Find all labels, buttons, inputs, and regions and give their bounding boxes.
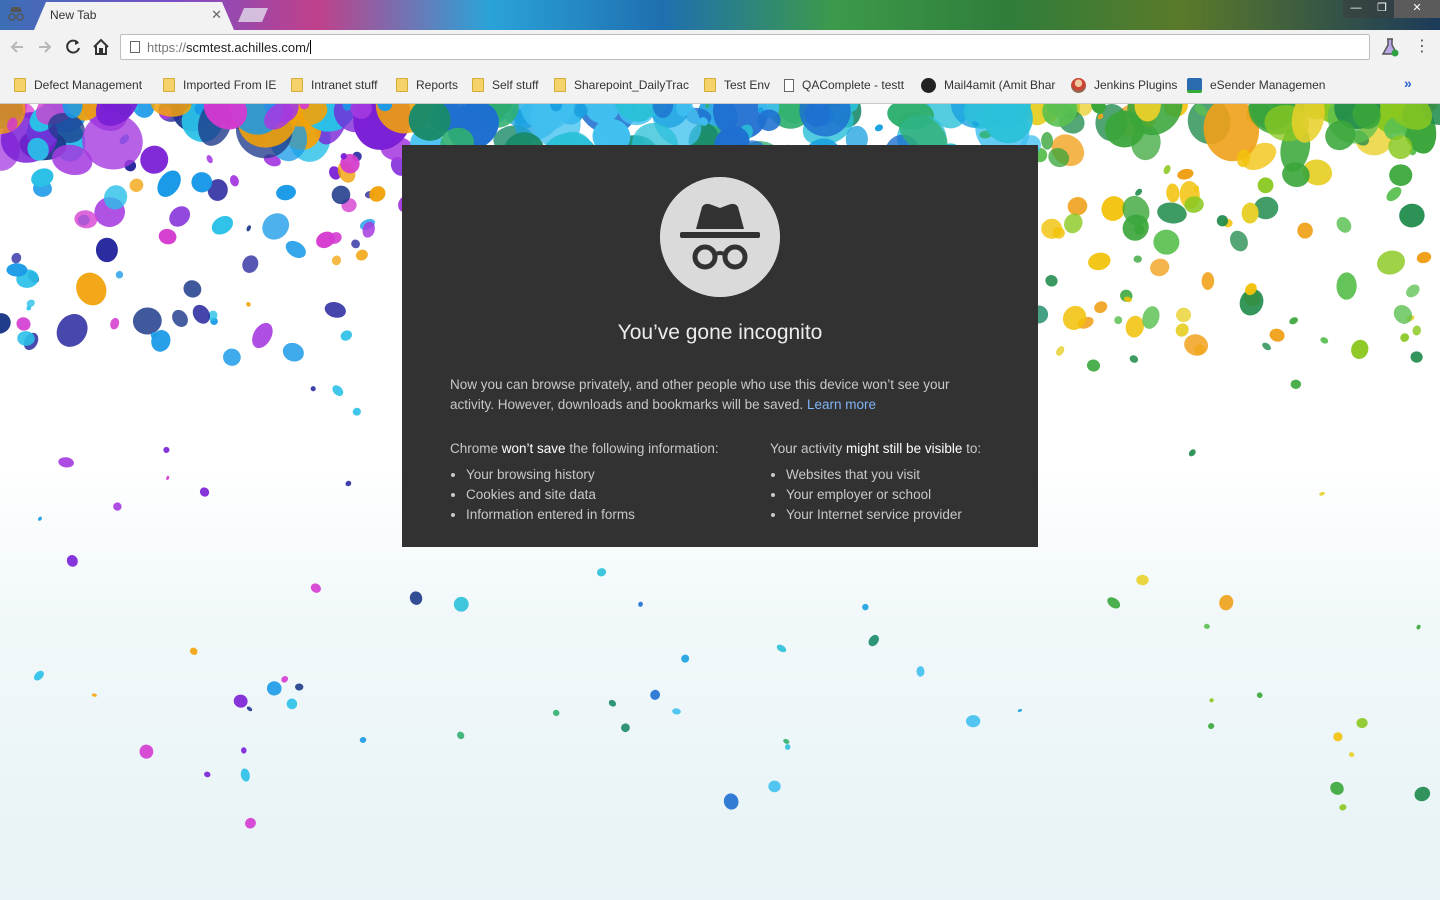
bookmark-qacomplete[interactable]: QAComplete - testt bbox=[784, 76, 912, 94]
list-item: Information entered in forms bbox=[466, 505, 760, 525]
incognito-spy-icon bbox=[660, 177, 780, 297]
document-icon bbox=[784, 78, 794, 92]
folder-icon bbox=[396, 78, 408, 92]
incognito-badge-icon bbox=[8, 7, 24, 21]
wont-save-section: Chrome won’t save the following informat… bbox=[450, 439, 760, 525]
folder-icon bbox=[14, 78, 26, 92]
menu-icon[interactable]: ⋮ bbox=[1412, 36, 1432, 58]
list-item: Your Internet service provider bbox=[786, 505, 1020, 525]
incognito-description: Now you can browse privately, and other … bbox=[450, 375, 990, 415]
folder-icon bbox=[291, 78, 303, 92]
still-visible-section: Your activity might still be visible to:… bbox=[770, 439, 1020, 525]
list-item: Cookies and site data bbox=[466, 485, 760, 505]
incognito-title: You’ve gone incognito bbox=[617, 321, 823, 344]
folder-icon bbox=[554, 78, 566, 92]
list-item: Websites that you visit bbox=[786, 465, 1020, 485]
close-window-button[interactable]: ✕ bbox=[1394, 0, 1440, 18]
folder-icon bbox=[472, 78, 484, 92]
bookmark-sharepoint-dailytrac[interactable]: Sharepoint_DailyTrac bbox=[554, 76, 690, 94]
new-tab-button[interactable] bbox=[238, 8, 268, 22]
tab-title: New Tab bbox=[50, 8, 97, 22]
list-item: Your employer or school bbox=[786, 485, 1020, 505]
bookmark-jenkins-plugins[interactable]: Jenkins Plugins bbox=[1071, 76, 1179, 94]
url-scheme: https:// bbox=[147, 40, 187, 55]
bookmark-self-stuff[interactable]: Self stuff bbox=[472, 76, 544, 94]
url-host: scmtest.achilles.com/ bbox=[186, 40, 310, 55]
learn-more-link[interactable]: Learn more bbox=[807, 397, 876, 412]
bookmark-test-env[interactable]: Test Env bbox=[704, 76, 774, 94]
minimize-button[interactable]: — bbox=[1343, 0, 1369, 18]
reload-icon[interactable] bbox=[62, 36, 84, 58]
bookmark-reports[interactable]: Reports bbox=[396, 76, 462, 94]
bookmark-esender-management[interactable]: eSender Managemen bbox=[1187, 76, 1325, 94]
bookmark-mail4amit[interactable]: Mail4amit (Amit Bhar bbox=[921, 76, 1059, 94]
text-caret bbox=[309, 40, 311, 54]
forward-arrow-icon[interactable] bbox=[34, 36, 56, 58]
address-bar[interactable]: https://scmtest.achilles.com/ bbox=[120, 34, 1370, 60]
tab-close-icon[interactable]: ✕ bbox=[211, 7, 222, 23]
wont-save-heading: Chrome won’t save the following informat… bbox=[450, 441, 719, 456]
folder-icon bbox=[163, 78, 175, 92]
page-icon bbox=[130, 41, 140, 53]
bookmarks-bar: Defect Management Imported From IE Intra… bbox=[0, 64, 1440, 104]
bookmark-defect-management[interactable]: Defect Management bbox=[14, 76, 146, 94]
bookmark-intranet-stuff[interactable]: Intranet stuff bbox=[291, 76, 386, 94]
folder-icon bbox=[704, 78, 716, 92]
back-arrow-icon[interactable] bbox=[6, 36, 28, 58]
monitor-icon bbox=[1187, 77, 1202, 93]
address-text[interactable]: https://scmtest.achilles.com/ bbox=[147, 40, 311, 55]
flask-extension-icon[interactable] bbox=[1380, 36, 1400, 58]
home-icon[interactable] bbox=[90, 36, 112, 58]
incognito-card: You’ve gone incognito Now you can browse… bbox=[402, 145, 1038, 547]
tab-new-tab[interactable]: New Tab ✕ bbox=[34, 2, 234, 30]
window-titlebar: New Tab ✕ — ❐ ✕ bbox=[0, 0, 1440, 30]
browser-toolbar: https://scmtest.achilles.com/ bbox=[0, 30, 1440, 64]
page-content: You’ve gone incognito Now you can browse… bbox=[0, 104, 1440, 900]
jenkins-icon bbox=[1071, 77, 1086, 93]
bookmark-imported-from-ie[interactable]: Imported From IE bbox=[163, 76, 281, 94]
still-visible-heading: Your activity might still be visible to: bbox=[770, 441, 982, 456]
bookmarks-overflow-icon[interactable]: » bbox=[1404, 75, 1412, 91]
github-icon bbox=[921, 77, 936, 93]
list-item: Your browsing history bbox=[466, 465, 760, 485]
maximize-button[interactable]: ❐ bbox=[1369, 0, 1395, 18]
